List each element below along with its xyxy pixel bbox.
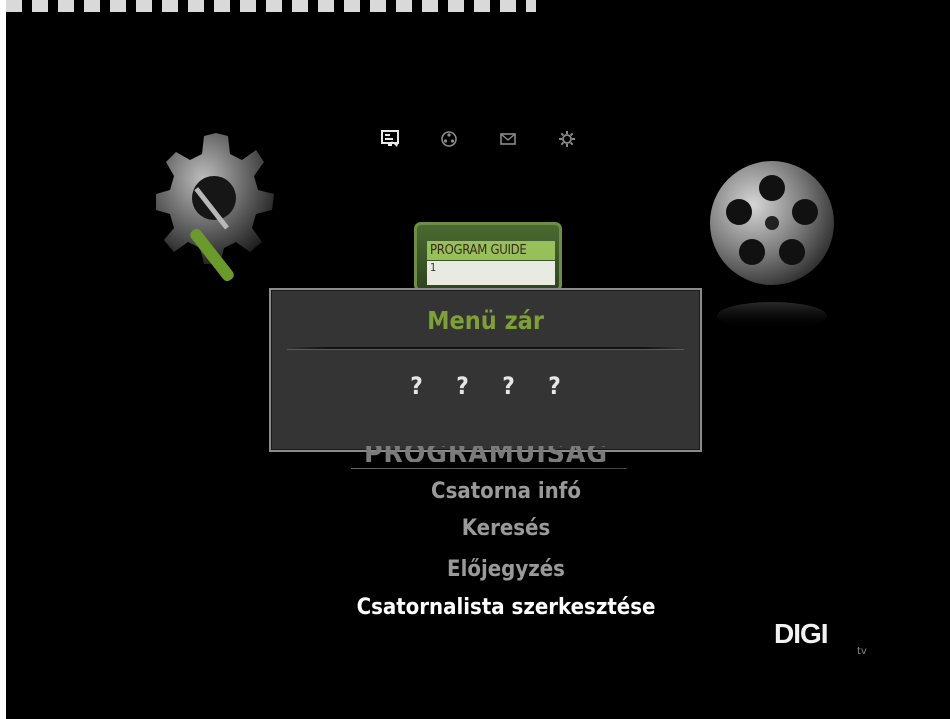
film-reel-decoration (706, 128, 846, 338)
digi-logo-text: DIGI (774, 618, 829, 649)
digi-tv-logo: DIGI tv (774, 618, 870, 658)
pin-digit[interactable]: ? (501, 372, 517, 400)
program-guide-title: PROGRAM GUIDE (427, 241, 555, 260)
menu-item-search[interactable]: Keresés (306, 516, 706, 541)
program-guide-card[interactable]: PROGRAM GUIDE 1 (414, 222, 562, 292)
menu-lock-dialog: Menü zár ? ? ? ? (269, 288, 702, 452)
dialog-title: Menü zár (427, 306, 544, 335)
film-reel-icon[interactable] (439, 128, 459, 150)
settings-gear-icon[interactable] (557, 128, 577, 150)
digi-logo-suffix: tv (857, 646, 867, 657)
menu-header: PROGRAMÚJSÁG (346, 446, 626, 462)
signal-bar-decoration (6, 0, 536, 12)
menu-item-edit-channel-list[interactable]: Csatornalista szerkesztése (306, 595, 706, 620)
program-guide-channel: 1 (427, 261, 555, 285)
dialog-divider (287, 347, 684, 350)
top-icon-bar (380, 128, 577, 150)
tv-guide-icon[interactable] (380, 128, 400, 150)
pin-digit[interactable]: ? (409, 372, 425, 400)
menu-item-channel-info[interactable]: Csatorna infó (306, 479, 706, 504)
menu-header-divider (351, 468, 627, 469)
pin-digit[interactable]: ? (455, 372, 471, 400)
settings-gear-screwdriver-icon (146, 128, 276, 303)
pin-entry[interactable]: ? ? ? ? (271, 372, 700, 400)
pin-digit[interactable]: ? (547, 372, 563, 400)
menu-item-reminder[interactable]: Előjegyzés (306, 557, 706, 582)
mail-icon[interactable] (498, 128, 518, 150)
tv-screen: PROGRAM GUIDE 1 Menü zár ? ? ? ? PROGRAM… (6, 0, 950, 719)
